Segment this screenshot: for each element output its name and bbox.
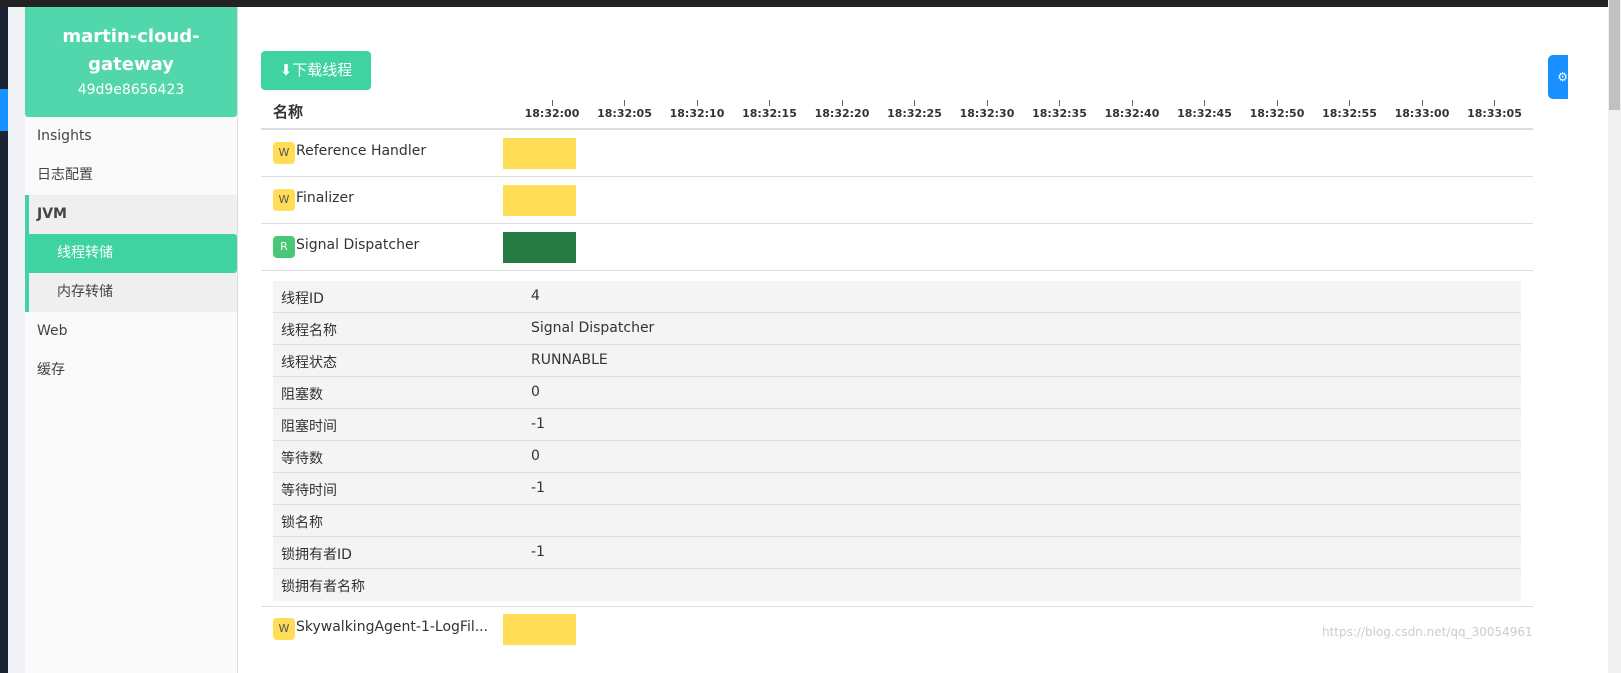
download-threads-button[interactable]: ⬇下载线程 (261, 51, 371, 90)
thread-state-badge: W (273, 189, 295, 211)
sidebar-item-log-config[interactable]: 日志配置 (25, 156, 237, 195)
time-tick: 18:32:25 (880, 100, 950, 120)
detail-row: 锁名称 (273, 505, 1521, 537)
detail-key: 锁名称 (281, 515, 323, 531)
download-label: 下载线程 (292, 61, 353, 79)
detail-value: -1 (531, 416, 545, 432)
thread-state-badge: W (273, 142, 295, 164)
time-tick: 18:32:50 (1242, 100, 1312, 120)
detail-key: 线程ID (281, 291, 324, 307)
download-icon: ⬇ (279, 61, 293, 79)
sidebar-item-insights[interactable]: Insights (25, 117, 237, 156)
detail-row: 阻塞数 0 (273, 377, 1521, 409)
time-tick: 18:33:00 (1387, 100, 1457, 120)
time-tick: 18:32:20 (807, 100, 877, 120)
detail-row: 锁拥有者名称 (273, 569, 1521, 601)
time-tick: 18:33:05 (1460, 100, 1530, 120)
detail-row: 等待数 0 (273, 441, 1521, 473)
time-tick: 18:32:35 (1025, 100, 1095, 120)
time-tick: 18:32:05 (590, 100, 660, 120)
top-bar (0, 0, 1608, 7)
detail-value: RUNNABLE (531, 352, 608, 368)
time-tick: 18:32:10 (662, 100, 732, 120)
detail-row: 等待时间 -1 (273, 473, 1521, 505)
detail-key: 锁拥有者名称 (281, 579, 365, 595)
detail-row: 阻塞时间 -1 (273, 409, 1521, 441)
detail-key: 等待时间 (281, 483, 337, 499)
detail-value: -1 (531, 544, 545, 560)
detail-value: 0 (531, 384, 540, 400)
time-tick: 18:32:00 (517, 100, 587, 120)
detail-key: 阻塞时间 (281, 419, 337, 435)
thread-timeline-bar[interactable] (503, 614, 576, 645)
detail-key: 锁拥有者ID (281, 547, 352, 563)
thread-timeline-bar[interactable] (503, 185, 576, 216)
detail-key: 线程状态 (281, 355, 337, 371)
sidebar-group-jvm: JVM 线程转储 内存转储 (25, 195, 237, 312)
sidebar-item-cache[interactable]: 缓存 (25, 351, 237, 390)
detail-row: 线程状态 RUNNABLE (273, 345, 1521, 377)
detail-value: -1 (531, 480, 545, 496)
sidebar-item-heap-dump[interactable]: 内存转储 (29, 273, 237, 312)
thread-state-badge: R (273, 236, 295, 258)
detail-row: 线程名称 Signal Dispatcher (273, 313, 1521, 345)
time-tick: 18:32:30 (952, 100, 1022, 120)
thread-name: Finalizer (296, 190, 354, 206)
detail-row: 线程ID 4 (273, 281, 1521, 313)
thread-row[interactable]: R Signal Dispatcher (261, 224, 1533, 271)
thread-state-badge: W (273, 618, 295, 640)
time-tick: 18:32:15 (735, 100, 805, 120)
detail-key: 线程名称 (281, 323, 337, 339)
sidebar-item-web[interactable]: Web (25, 312, 237, 351)
name-column-header: 名称 (273, 103, 304, 121)
detail-value: 0 (531, 448, 540, 464)
sidebar-item-jvm[interactable]: JVM (29, 195, 237, 234)
thread-timeline-bar[interactable] (503, 232, 576, 263)
detail-value: 4 (531, 288, 540, 304)
time-tick: 18:32:45 (1170, 100, 1240, 120)
instance-header: martin-cloud-gateway 49d9e8656423 (25, 7, 237, 117)
divider (261, 606, 1533, 607)
watermark: https://blog.csdn.net/qq_30054961 (1322, 625, 1533, 639)
settings-icon[interactable]: ⚙ (1548, 55, 1568, 99)
thread-row[interactable]: W Reference Handler (261, 130, 1533, 177)
outer-nav-strip (0, 7, 25, 673)
scrollbar[interactable] (1608, 0, 1621, 673)
detail-row: 锁拥有者ID -1 (273, 537, 1521, 569)
detail-key: 等待数 (281, 451, 323, 467)
instance-id: 49d9e8656423 (77, 82, 185, 98)
time-tick: 18:32:55 (1315, 100, 1385, 120)
thread-details-table: 线程ID 4 线程名称 Signal Dispatcher 线程状态 RUNNABLE 阻塞… (273, 281, 1521, 601)
thread-name: Reference Handler (296, 143, 427, 159)
sidebar: martin-cloud-gateway 49d9e8656423 Insigh… (25, 7, 238, 673)
sidebar-item-thread-dump[interactable]: 线程转储 (29, 234, 237, 273)
thread-name: SkywalkingAgent-1-LogFil... (296, 619, 489, 635)
app-name: martin-cloud-gateway (62, 26, 200, 75)
time-tick: 18:32:40 (1097, 100, 1167, 120)
thread-name: Signal Dispatcher (296, 237, 420, 253)
detail-key: 阻塞数 (281, 387, 323, 403)
thread-row[interactable]: W Finalizer (261, 177, 1533, 224)
detail-value: Signal Dispatcher (531, 320, 655, 336)
thread-timeline-bar[interactable] (503, 138, 576, 169)
timeline-header: 名称 18:32:00 18:32:05 18:32:10 18:32:15 18:32… (261, 95, 1533, 130)
